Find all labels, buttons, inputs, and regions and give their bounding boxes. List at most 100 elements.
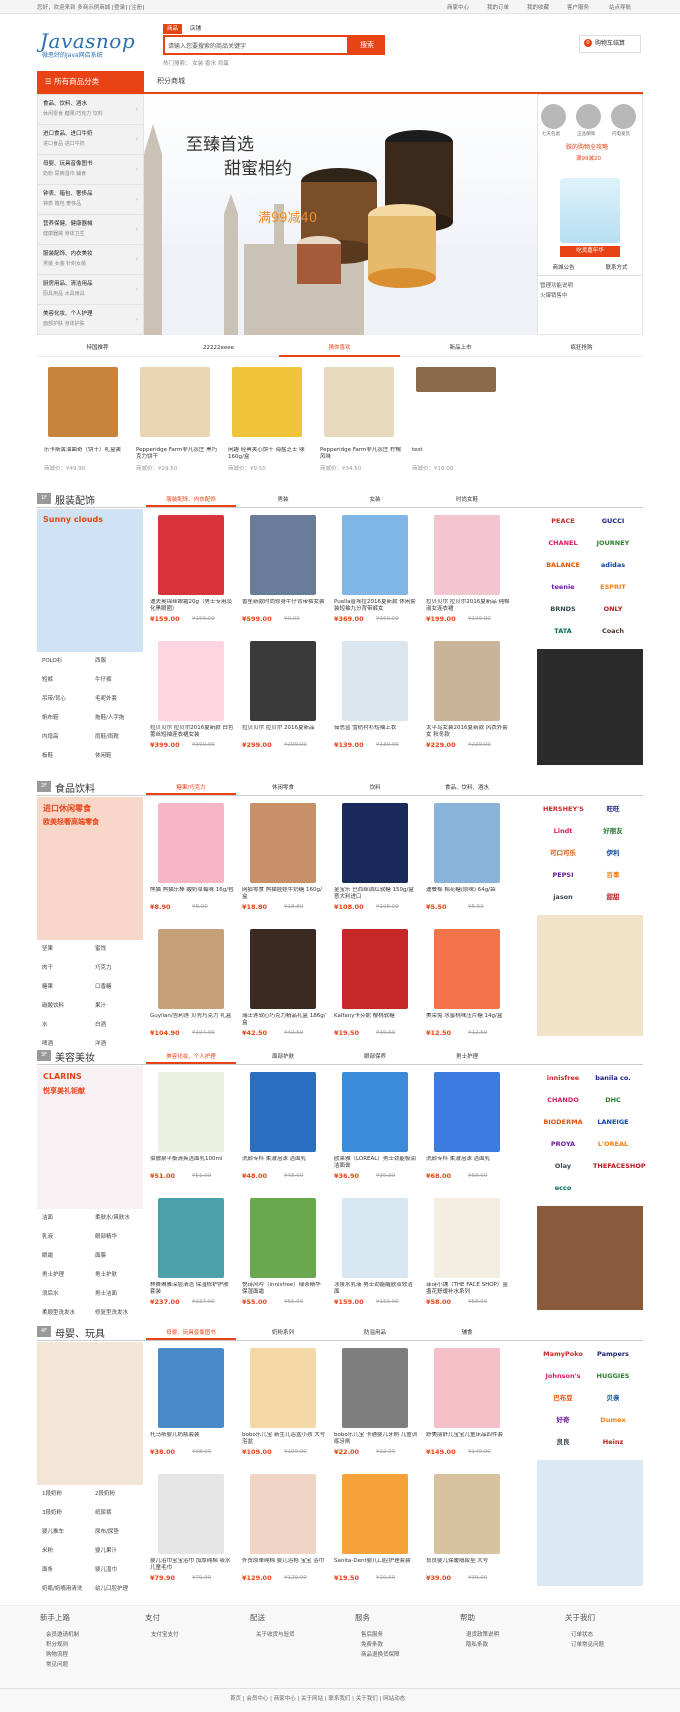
floor-tab[interactable]: 食品、饮料、酒水: [422, 783, 512, 793]
product-image[interactable]: [342, 1198, 408, 1278]
product-card[interactable]: Pepperidge Farm非凡农庄 柠檬风味 商城价：¥34.50: [316, 363, 406, 472]
product-image[interactable]: [158, 1474, 224, 1554]
brand-logo[interactable]: ecco: [543, 1180, 583, 1196]
brand-logo[interactable]: jason: [543, 889, 583, 905]
product-card[interactable]: 香笙新款时尚修身牛仔背带裤女装 ¥599.00 ¥0.00: [238, 513, 328, 635]
category-item[interactable]: 钟表、箱包、奢侈品 钟表 箱包 奢侈品 ›: [38, 185, 143, 215]
footer-link[interactable]: 隐私条款: [466, 1640, 488, 1650]
floor-keyword-link[interactable]: 糖果: [42, 982, 53, 990]
product-image[interactable]: [342, 803, 408, 883]
notice-item[interactable]: 火爆销售中: [540, 291, 573, 301]
product-image[interactable]: [416, 367, 496, 392]
guide-link[interactable]: 踩的购物全攻略: [566, 142, 608, 151]
product-name[interactable]: 熊猫 熊猫乐棒 酸奶草莓味 16g/包: [150, 887, 234, 901]
floor-keyword-link[interactable]: 蜜饯: [95, 944, 106, 952]
brand-logo[interactable]: 良良: [543, 1434, 583, 1450]
floor-keyword-link[interactable]: 吊带/背心: [42, 694, 66, 702]
brand-logo[interactable]: 贝亲: [593, 1390, 633, 1406]
product-name[interactable]: 瑞士莲软心巧克力精品礼盒 186g/盒: [242, 1013, 326, 1027]
floor-keyword-link[interactable]: 婴儿果汁: [95, 1546, 117, 1554]
tab-recommend[interactable]: 特国推荐: [37, 341, 158, 355]
floor-keyword-link[interactable]: 眼部精华: [95, 1232, 117, 1240]
floor-promo-image[interactable]: 进口休闲零食 欧美轻奢高端零食: [37, 797, 143, 940]
brand-logo[interactable]: LANEIGE: [593, 1114, 633, 1130]
brand-logo[interactable]: 好奇: [543, 1412, 583, 1428]
floor-keyword-link[interactable]: 男士护理: [42, 1270, 64, 1278]
product-name[interactable]: Sanita-Dent婴儿口腔护理套装: [334, 1558, 418, 1572]
footer-link[interactable]: 积分规则: [46, 1640, 68, 1650]
product-name[interactable]: 拉贝贝尔 拉贝尔2016夏新款 白色蕾丝短袖连衣裙女装: [150, 725, 234, 739]
brand-logo[interactable]: CHANDO: [543, 1092, 583, 1108]
product-image[interactable]: [434, 1474, 500, 1554]
product-name[interactable]: 茹思蓝 雪纺衬衫短袖上衣: [334, 725, 418, 739]
product-card[interactable]: 金宝乐 巴西丝绸红软糖 150g/盒 意大利进口 ¥108.00 ¥108.00: [330, 801, 420, 923]
top-link-sitemap[interactable]: 站点导航: [609, 3, 631, 11]
brand-logo[interactable]: CHANEL: [543, 535, 583, 551]
product-name[interactable]: 乐卡斯黄油曲奇（饼干）礼盒装: [44, 447, 128, 461]
brand-logo[interactable]: BIODERMA: [543, 1114, 583, 1130]
brand-logo[interactable]: 巴布豆: [543, 1390, 583, 1406]
product-image[interactable]: [250, 1198, 316, 1278]
product-name[interactable]: 伯傲泉平衡清爽洁面乳100ml: [150, 1156, 234, 1170]
product-card[interactable]: Kalfany卡芬妮 樱桃软糖 ¥19.50 ¥19.50: [330, 927, 420, 1049]
product-card[interactable]: 瑞士莲软心巧克力精品礼盒 186g/盒 ¥42.50 ¥42.50: [238, 927, 328, 1049]
product-card[interactable]: 外贸原单纯棉 婴儿浴袍 宝宝 浴巾 ¥129.00 ¥129.00: [238, 1472, 328, 1594]
tab-new-arrivals[interactable]: 新品上市: [400, 341, 521, 355]
brand-logo[interactable]: Heinz: [593, 1434, 633, 1450]
category-item[interactable]: 母婴、玩具音像图书 奶粉 尿裤湿巾 辅食 ›: [38, 155, 143, 185]
product-card[interactable]: 太平鸟女装2016夏新款 风衣外套女 秋冬款 ¥229.00 ¥229.00: [422, 639, 512, 761]
product-card[interactable]: 洗颜专科 柔澈泡沫 洁面乳 ¥48.00 ¥48.00: [238, 1070, 328, 1192]
floor-promo-image[interactable]: Sunny clouds: [37, 509, 143, 652]
floor-tab[interactable]: 休闲零食: [238, 783, 328, 793]
product-card[interactable]: 林赛琳雅深层清洁 保湿修护护肤套装 ¥237.00 ¥237.00: [146, 1196, 236, 1318]
product-image[interactable]: [250, 1474, 316, 1554]
floor-keyword-link[interactable]: 洋酒: [95, 1039, 106, 1047]
category-item[interactable]: 厨房用品、清洁用品 厨具用品 水具用具 ›: [38, 275, 143, 305]
product-card[interactable]: 菲诗小铺（THE FACE SHOP）金盏花舒缓补水系列 ¥58.00 ¥58.00: [422, 1196, 512, 1318]
floor-keyword-link[interactable]: POLO衫: [42, 656, 62, 664]
product-image[interactable]: [434, 1198, 500, 1278]
category-item[interactable]: 美容化妆、个人护理 面部护肤 身体护肤 ›: [38, 305, 143, 335]
brand-logo[interactable]: PEPSI: [543, 867, 583, 883]
floor-promo-image[interactable]: [37, 1342, 143, 1485]
floor-keyword-link[interactable]: 纸尿裤: [95, 1508, 112, 1516]
brand-logo[interactable]: Pampers: [593, 1346, 633, 1362]
floor-keyword-link[interactable]: 婴儿推车: [42, 1527, 64, 1535]
product-card[interactable]: bobo乐儿宝 卡通婴儿牙刷 儿童训练牙刷 ¥22.00 ¥22.00: [330, 1346, 420, 1468]
top-link-service[interactable]: 客户服务: [567, 3, 589, 11]
floor-tab[interactable]: 服装配饰、内衣配饰: [146, 495, 236, 507]
product-name[interactable]: test: [412, 447, 496, 461]
product-image[interactable]: [158, 929, 224, 1009]
product-card[interactable]: 托马斯婴儿奶瓶套装 ¥38.00 ¥38.00: [146, 1346, 236, 1468]
floor-tab[interactable]: 眼部保养: [330, 1052, 420, 1062]
product-name[interactable]: 网狐零食 熊猫娃娃牛奶糖 160g/盒: [242, 887, 326, 901]
category-item[interactable]: 营养保健、健康器械 健康器械 身体卫生 ›: [38, 215, 143, 245]
product-image[interactable]: [158, 1198, 224, 1278]
product-image[interactable]: [342, 929, 408, 1009]
search-button[interactable]: 搜索: [349, 35, 385, 55]
floor-keyword-link[interactable]: 柔顺型洗发水: [42, 1308, 75, 1316]
floor-keyword-link[interactable]: 白酒: [95, 1020, 106, 1028]
floor-keyword-link[interactable]: 水: [42, 1020, 48, 1028]
product-card[interactable]: 拉贝贝尔 拉贝尔 2016夏新品 ¥299.00 ¥299.00: [238, 639, 328, 761]
brand-logo[interactable]: adidas: [593, 557, 633, 573]
product-name[interactable]: 金宝乐 巴西丝绸红软糖 150g/盒 意大利进口: [334, 887, 418, 901]
floor-tab[interactable]: 女装: [330, 495, 420, 505]
brand-logo[interactable]: BALANCE: [543, 557, 583, 573]
category-item[interactable]: 进口食品、进口牛奶 进口食品 进口牛奶 ›: [38, 125, 143, 155]
top-link-seller[interactable]: 商家中心: [447, 3, 469, 11]
product-card[interactable]: Pepperidge Farm非凡农庄 黑巧克力饼干 商城价：¥29.50: [132, 363, 222, 472]
product-card[interactable]: 迪餐棉 棉花糖(原味) 64g/袋 ¥5.50 ¥5.50: [422, 801, 512, 923]
product-name[interactable]: 香笙新款时尚修身牛仔背带裤女装: [242, 599, 326, 613]
footer-link[interactable]: 会员邀请机制: [46, 1630, 79, 1640]
floor-keyword-link[interactable]: 须后水: [42, 1289, 59, 1297]
brand-logo[interactable]: 甜甜: [593, 889, 633, 905]
product-card[interactable]: 欧莱雅（LOREAL）男士劲能极润洁面膏 ¥36.90 ¥39.90: [330, 1070, 420, 1192]
floor-keyword-link[interactable]: 洁面: [42, 1213, 53, 1221]
brand-logo[interactable]: 可口可乐: [543, 845, 583, 861]
promo-image[interactable]: [560, 178, 620, 243]
promo-banner-label[interactable]: 吃货嘉年华: [560, 246, 620, 257]
floor-keyword-link[interactable]: 婴儿湿巾: [95, 1565, 117, 1573]
footer-link[interactable]: 免费条款: [361, 1640, 383, 1650]
floor-keyword-link[interactable]: 男士护肤: [95, 1270, 117, 1278]
